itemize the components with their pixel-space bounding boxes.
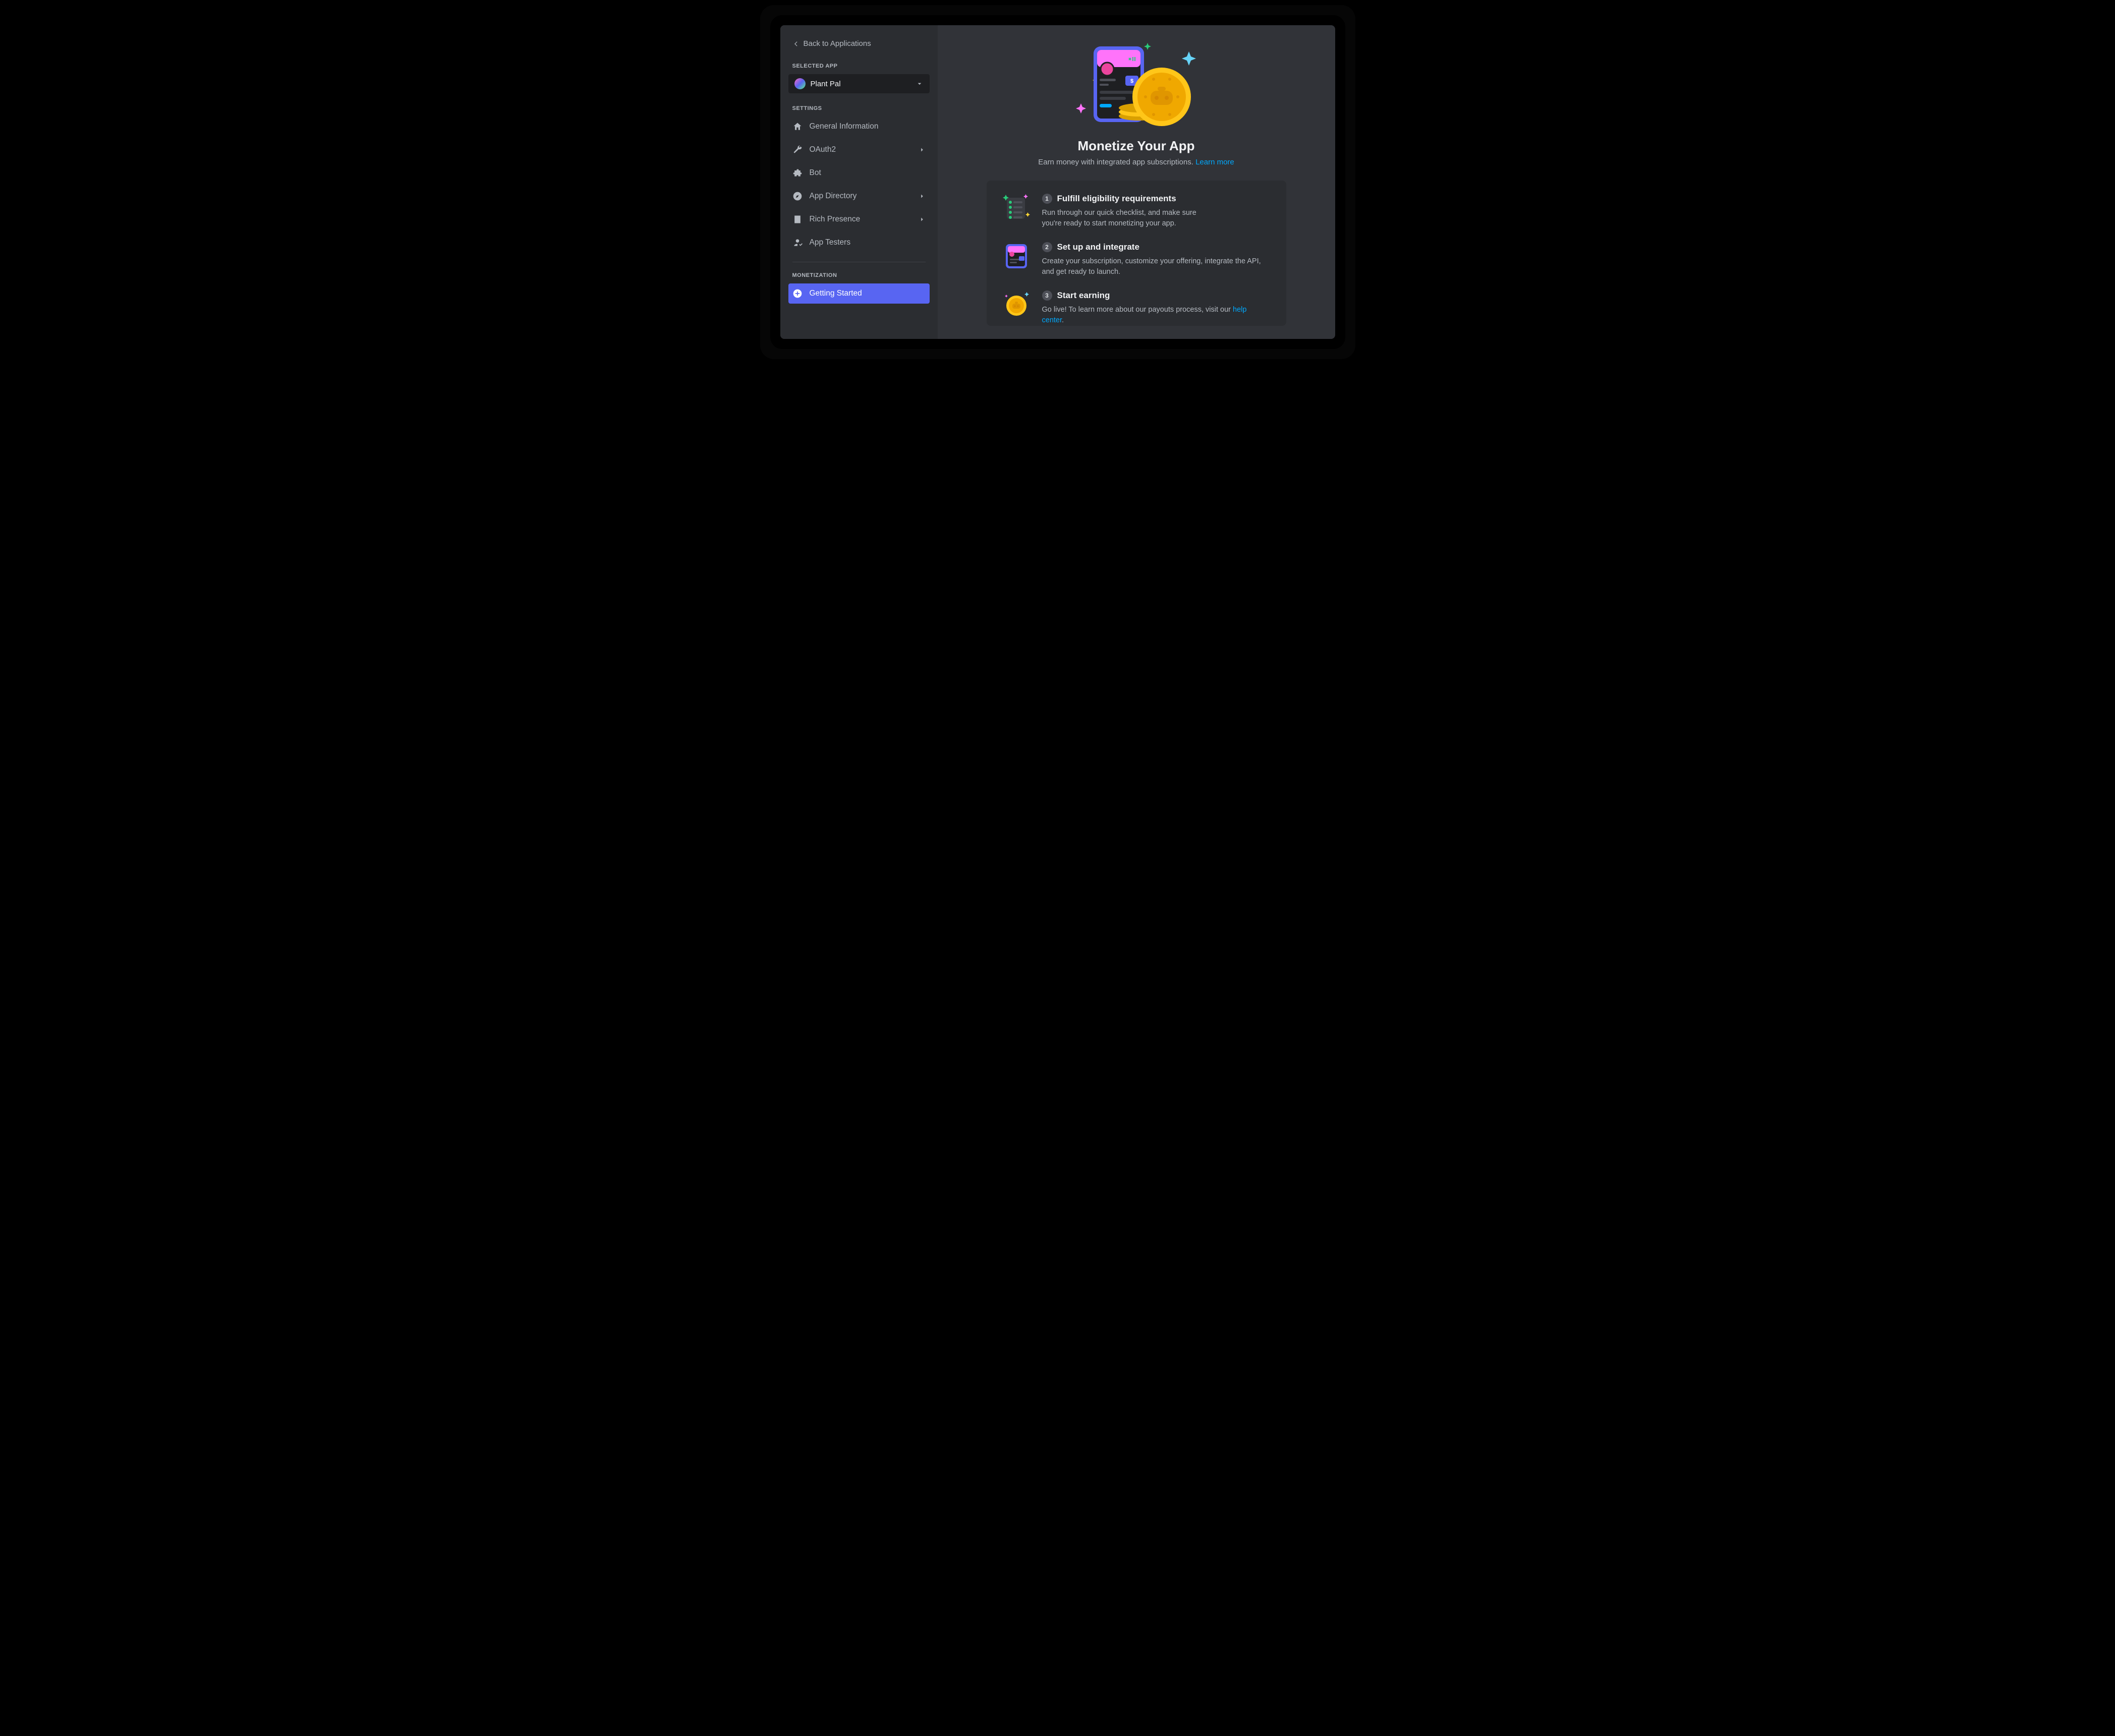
svg-text:$: $: [1130, 78, 1133, 84]
step-title: Set up and integrate: [1057, 242, 1139, 252]
document-icon: [792, 214, 803, 224]
selected-app-name: Plant Pal: [811, 80, 910, 88]
wrench-icon: [792, 145, 803, 155]
page-title: Monetize Your App: [1077, 138, 1194, 154]
step-header: 2 Set up and integrate: [1042, 242, 1270, 252]
integrate-illustration: [1003, 242, 1030, 269]
chevron-right-icon: [919, 146, 926, 153]
back-to-applications-link[interactable]: Back to Applications: [788, 37, 930, 50]
step-desc-post: .: [1062, 316, 1064, 324]
app-avatar-icon: [794, 78, 806, 89]
checklist-illustration: [1003, 194, 1030, 221]
coin-illustration: [1003, 291, 1030, 318]
nav-app-directory[interactable]: App Directory: [788, 186, 930, 206]
back-label: Back to Applications: [804, 39, 871, 48]
step-body: 1 Fulfill eligibility requirements Run t…: [1042, 194, 1270, 229]
sidebar: Back to Applications SELECTED APP Plant …: [780, 25, 938, 339]
nav-label: Getting Started: [810, 289, 926, 298]
monetize-hero-illustration: $: [1066, 41, 1207, 127]
step-title: Start earning: [1057, 291, 1110, 301]
puzzle-icon: [792, 168, 803, 178]
step-number: 3: [1042, 291, 1052, 301]
step-description: Run through our quick checklist, and mak…: [1042, 208, 1214, 229]
step-desc-pre: Go live! To learn more about our payouts…: [1042, 306, 1233, 314]
app-selector[interactable]: Plant Pal: [788, 74, 930, 93]
nav-bot[interactable]: Bot: [788, 163, 930, 183]
step-header: 1 Fulfill eligibility requirements: [1042, 194, 1270, 204]
nav-label: App Directory: [810, 192, 911, 201]
selected-app-label: SELECTED APP: [788, 61, 930, 71]
chevron-down-icon: [916, 80, 924, 88]
nav-general-information[interactable]: General Information: [788, 117, 930, 137]
step-header: 3 Start earning: [1042, 291, 1270, 301]
steps-card: 1 Fulfill eligibility requirements Run t…: [987, 181, 1286, 326]
chevron-right-icon: [919, 216, 926, 223]
step-description: Go live! To learn more about our payouts…: [1042, 305, 1270, 326]
home-icon: [792, 122, 803, 132]
step-setup-integrate: 2 Set up and integrate Create your subsc…: [1003, 242, 1270, 277]
nav-oauth2[interactable]: OAuth2: [788, 140, 930, 160]
nav-label: Rich Presence: [810, 215, 911, 224]
chevron-right-icon: [919, 193, 926, 200]
monetization-label: MONETIZATION: [788, 270, 930, 280]
nav-getting-started[interactable]: Getting Started: [788, 283, 930, 304]
step-start-earning: 3 Start earning Go live! To learn more a…: [1003, 291, 1270, 326]
page-subtitle: Earn money with integrated app subscript…: [1038, 158, 1234, 166]
app-window: Back to Applications SELECTED APP Plant …: [780, 25, 1335, 339]
compass-icon: [792, 191, 803, 201]
step-description: Create your subscription, customize your…: [1042, 256, 1270, 277]
settings-label: SETTINGS: [788, 103, 930, 113]
tester-icon: [792, 238, 803, 248]
arrow-left-icon: [792, 40, 799, 47]
step-body: 3 Start earning Go live! To learn more a…: [1042, 291, 1270, 326]
step-eligibility: 1 Fulfill eligibility requirements Run t…: [1003, 194, 1270, 229]
step-number: 1: [1042, 194, 1052, 204]
main-content: $ Monetize Your App Earn money w: [938, 25, 1335, 339]
step-body: 2 Set up and integrate Create your subsc…: [1042, 242, 1270, 277]
nav-rich-presence[interactable]: Rich Presence: [788, 209, 930, 229]
nav-label: General Information: [810, 122, 926, 131]
step-title: Fulfill eligibility requirements: [1057, 194, 1176, 204]
plus-circle-icon: [792, 288, 803, 299]
subtitle-text: Earn money with integrated app subscript…: [1038, 158, 1195, 166]
step-number: 2: [1042, 242, 1052, 252]
nav-app-testers[interactable]: App Testers: [788, 233, 930, 253]
nav-label: App Testers: [810, 238, 926, 247]
learn-more-link[interactable]: Learn more: [1195, 158, 1234, 166]
nav-label: OAuth2: [810, 145, 911, 154]
nav-label: Bot: [810, 168, 926, 178]
